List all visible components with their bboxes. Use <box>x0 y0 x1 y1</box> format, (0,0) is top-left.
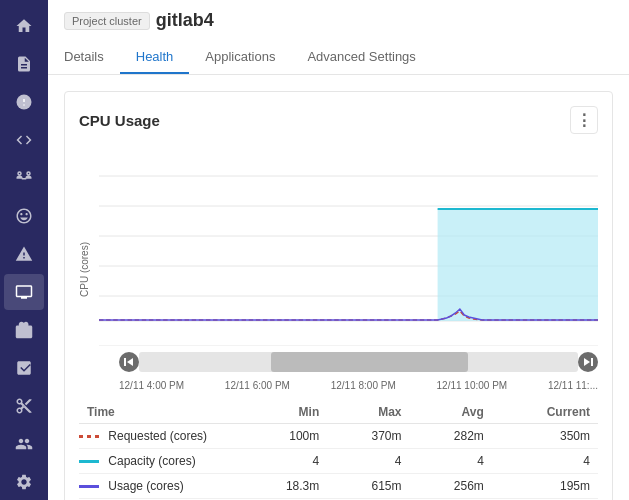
row-avg-1: 4 <box>410 449 492 474</box>
table-row: Capacity (cores) 4 4 4 4 <box>79 449 598 474</box>
row-min-2: 18.3m <box>239 474 327 499</box>
content-area: CPU Usage ⋮ CPU (cores) <box>48 75 629 500</box>
page-header: Project cluster gitlab4 Details Health A… <box>48 0 629 75</box>
sidebar-item-deploy[interactable] <box>4 236 44 272</box>
timeline-thumb[interactable] <box>271 352 469 372</box>
chart-menu-button[interactable]: ⋮ <box>570 106 598 134</box>
sidebar <box>0 0 48 500</box>
row-label-1: Capacity (cores) <box>79 449 239 474</box>
sidebar-item-issues[interactable] <box>4 84 44 120</box>
sidebar-item-merge[interactable] <box>4 160 44 196</box>
breadcrumb: Project cluster gitlab4 <box>64 10 613 31</box>
x-label-2: 12/11 8:00 PM <box>331 380 396 391</box>
row-current-1: 4 <box>492 449 598 474</box>
svg-rect-21 <box>591 358 593 366</box>
y-axis-label: CPU (cores) <box>79 146 95 393</box>
x-label-1: 12/11 6:00 PM <box>225 380 290 391</box>
timeline-play-right[interactable] <box>578 352 598 372</box>
sidebar-item-home[interactable] <box>4 8 44 44</box>
row-label-text-1: Capacity (cores) <box>108 454 195 468</box>
row-max-0: 370m <box>327 424 409 449</box>
cpu-usage-chart-section: CPU Usage ⋮ CPU (cores) <box>64 91 613 500</box>
sidebar-item-cicd[interactable] <box>4 198 44 234</box>
tab-details[interactable]: Details <box>64 41 120 74</box>
max-col-header: Max <box>327 401 409 424</box>
row-max-2: 615m <box>327 474 409 499</box>
tab-applications[interactable]: Applications <box>189 41 291 74</box>
row-min-1: 4 <box>239 449 327 474</box>
table-row: Requested (cores) 100m 370m 282m 350m <box>79 424 598 449</box>
chart-svg: 5 4 3 2 1 0 -1 <box>99 146 598 346</box>
chart-wrapper: CPU (cores) 5 <box>79 146 598 393</box>
breadcrumb-tag: Project cluster <box>64 12 150 30</box>
chart-title: CPU Usage <box>79 112 160 129</box>
sidebar-item-code[interactable] <box>4 122 44 158</box>
page-title: gitlab4 <box>156 10 214 31</box>
svg-rect-19 <box>124 358 126 366</box>
row-current-0: 350m <box>492 424 598 449</box>
legend-color-2 <box>79 485 99 488</box>
current-col-header: Current <box>492 401 598 424</box>
sidebar-item-pages[interactable] <box>4 46 44 82</box>
legend-color-1 <box>79 460 99 463</box>
row-label-0: Requested (cores) <box>79 424 239 449</box>
tab-advanced-settings[interactable]: Advanced Settings <box>291 41 431 74</box>
sidebar-item-settings[interactable] <box>4 464 44 500</box>
timeline-play-left[interactable] <box>119 352 139 372</box>
svg-rect-17 <box>438 209 598 321</box>
row-label-text-2: Usage (cores) <box>108 479 183 493</box>
table-row: Usage (cores) 18.3m 615m 256m 195m <box>79 474 598 499</box>
row-label-2: Usage (cores) <box>79 474 239 499</box>
svg-marker-22 <box>584 358 590 366</box>
row-avg-2: 256m <box>410 474 492 499</box>
sidebar-item-packages[interactable] <box>4 312 44 348</box>
tab-bar: Details Health Applications Advanced Set… <box>64 41 613 74</box>
row-avg-0: 282m <box>410 424 492 449</box>
avg-col-header: Avg <box>410 401 492 424</box>
x-axis: 12/11 4:00 PM 12/11 6:00 PM 12/11 8:00 P… <box>119 378 598 393</box>
sidebar-item-analytics[interactable] <box>4 350 44 386</box>
sidebar-item-snippets[interactable] <box>4 388 44 424</box>
chart-header: CPU Usage ⋮ <box>79 106 598 134</box>
timeline-track[interactable] <box>139 352 578 372</box>
sidebar-item-monitor[interactable] <box>4 274 44 310</box>
x-label-0: 12/11 4:00 PM <box>119 380 184 391</box>
svg-point-2 <box>23 104 25 106</box>
row-label-text-0: Requested (cores) <box>108 429 207 443</box>
time-col-header: Time <box>79 401 239 424</box>
row-max-1: 4 <box>327 449 409 474</box>
row-current-2: 195m <box>492 474 598 499</box>
sidebar-item-members[interactable] <box>4 426 44 462</box>
data-table: Time Min Max Avg Current Requested (core… <box>79 401 598 499</box>
x-label-4: 12/11 11:... <box>548 380 598 391</box>
legend-color-0 <box>79 435 99 438</box>
row-min-0: 100m <box>239 424 327 449</box>
main-content: Project cluster gitlab4 Details Health A… <box>48 0 629 500</box>
x-label-3: 12/11 10:00 PM <box>437 380 508 391</box>
chart-area: 5 4 3 2 1 0 -1 <box>99 146 598 393</box>
tab-health[interactable]: Health <box>120 41 190 74</box>
timeline-control <box>119 352 598 372</box>
min-col-header: Min <box>239 401 327 424</box>
svg-marker-20 <box>127 358 133 366</box>
